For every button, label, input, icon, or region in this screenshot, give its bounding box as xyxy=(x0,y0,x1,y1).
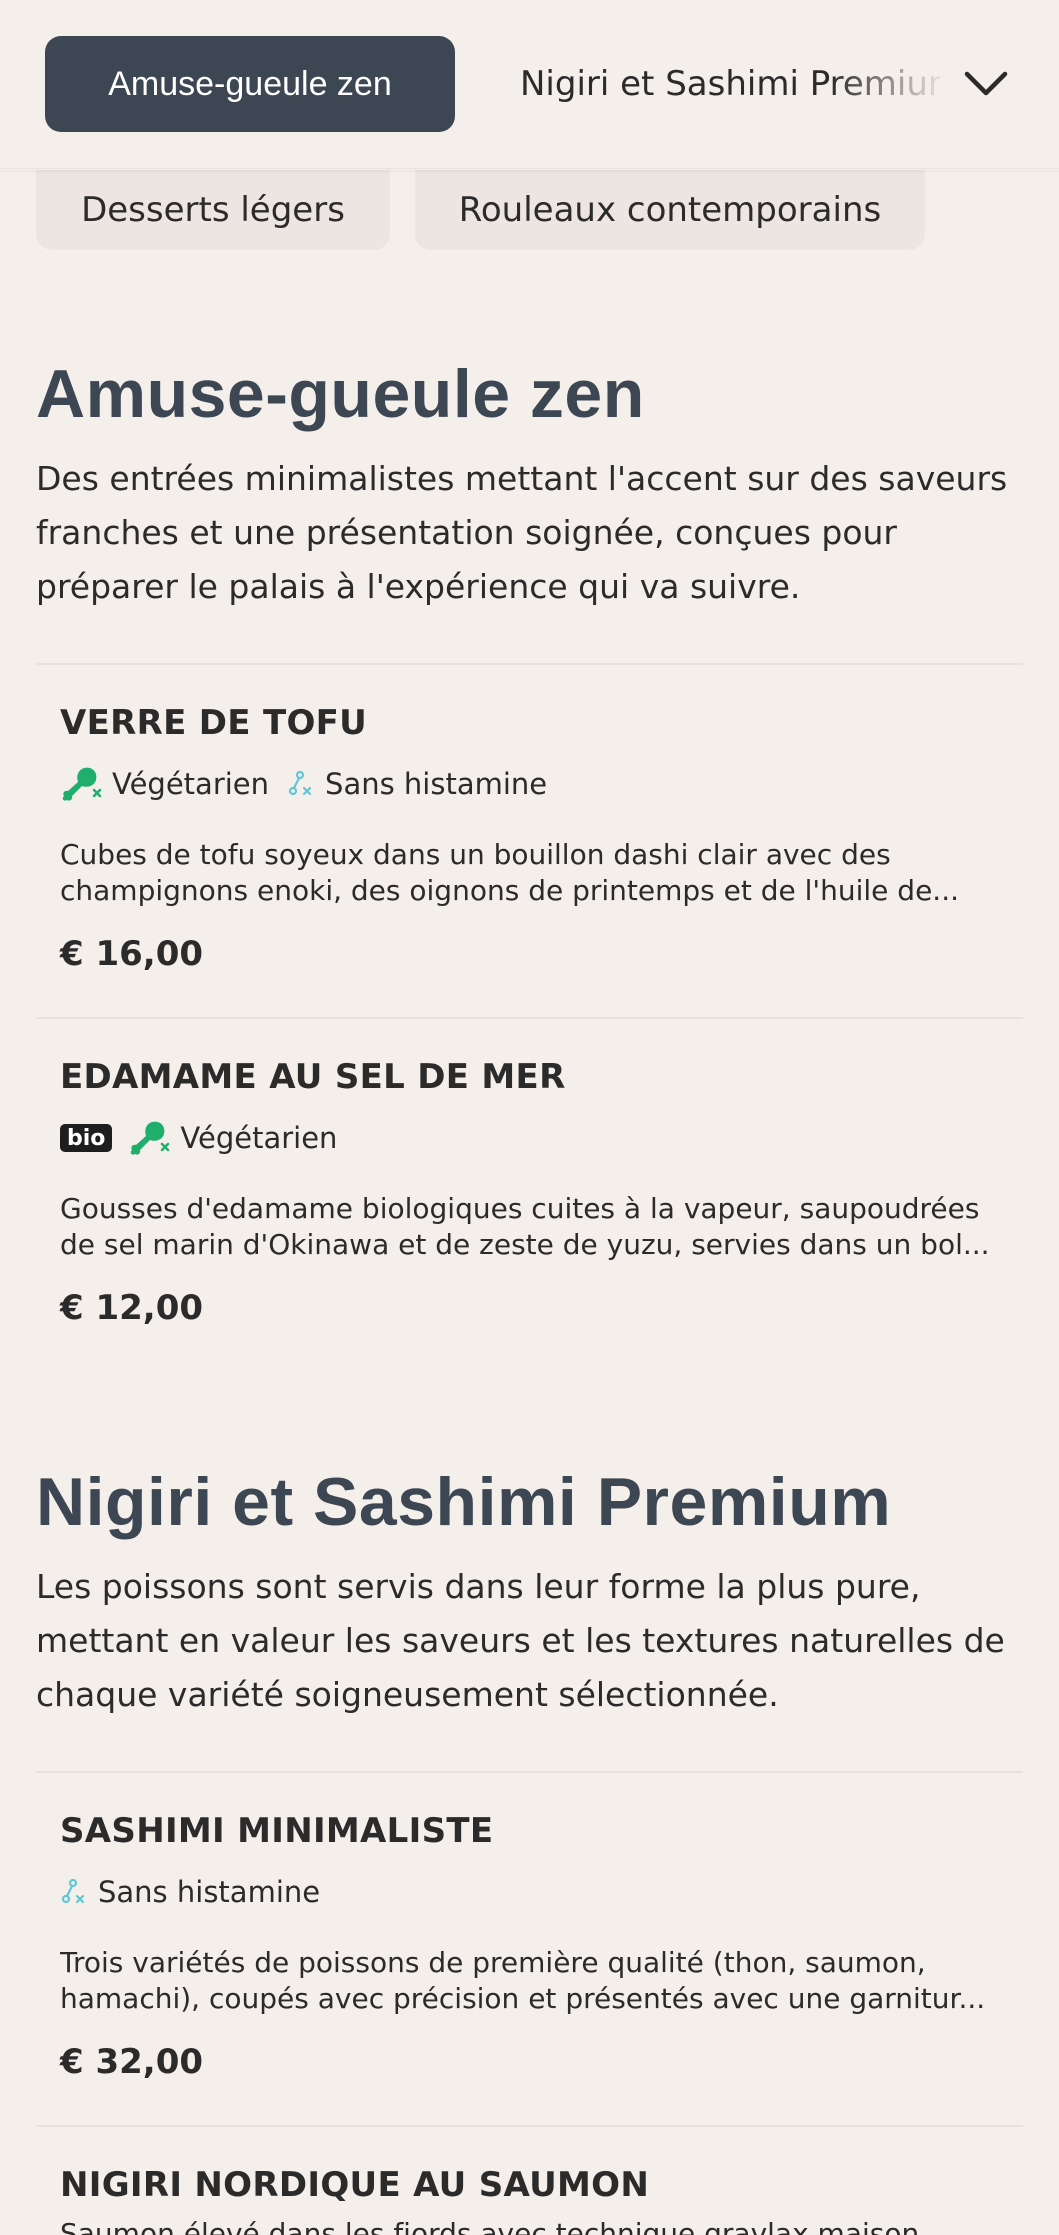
item-tags: Végétarien Sans histamine xyxy=(60,764,565,804)
tag-label: Végétarien xyxy=(112,767,270,801)
category-chip-label: Desserts légers xyxy=(81,190,345,230)
item-name: EDAMAME AU SEL DE MER xyxy=(60,1057,566,1097)
category-chip-next[interactable]: Nigiri et Sashimi Premium xyxy=(520,36,940,132)
item-name: SASHIMI MINIMALISTE xyxy=(60,1811,494,1851)
item-price: € 32,00 xyxy=(60,2042,204,2082)
item-divider xyxy=(36,2125,1023,2127)
category-chip-label: Rouleaux contemporains xyxy=(458,190,882,230)
vegetarian-icon xyxy=(131,1121,170,1155)
expand-categories-button[interactable] xyxy=(958,58,1014,110)
item-price: € 16,00 xyxy=(60,934,204,974)
category-chip-active[interactable]: Amuse-gueule zen xyxy=(45,36,455,132)
tag-histamine-free: Sans histamine xyxy=(60,1875,320,1909)
item-tags: Sans histamine xyxy=(60,1872,338,1912)
nav-divider xyxy=(0,168,1059,169)
chevron-down-icon xyxy=(964,71,1008,96)
item-divider xyxy=(36,1017,1023,1019)
item-name: VERRE DE TOFU xyxy=(60,703,368,743)
tag-vegetarian: Végétarien xyxy=(128,1118,337,1158)
item-tags: bio Végétarien xyxy=(60,1118,355,1158)
section-description: Les poissons sont servis dans leur forme… xyxy=(36,1567,1005,1714)
section-title: Nigiri et Sashimi Premium xyxy=(36,1464,892,1540)
molecule-cross-icon xyxy=(61,1878,85,1904)
item-price: € 12,00 xyxy=(60,1288,204,1328)
item-description: Saumon élevé dans les fjords avec techni… xyxy=(60,2217,920,2235)
item-name: NIGIRI NORDIQUE AU SAUMON xyxy=(60,2165,650,2205)
tag-histamine-free: Sans histamine xyxy=(287,767,547,801)
item-divider xyxy=(36,663,1023,665)
item-description: Gousses d'edamame biologiques cuites à l… xyxy=(60,1192,990,1261)
section-description: Des entrées minimalistes mettant l'accen… xyxy=(36,459,1008,606)
tag-label: Sans histamine xyxy=(325,767,548,801)
tag-vegetarian: Végétarien xyxy=(60,764,269,804)
category-chip-label: Nigiri et Sashimi Premium xyxy=(520,64,940,104)
item-divider xyxy=(36,1771,1023,1773)
tag-label: Sans histamine xyxy=(98,1875,321,1909)
item-description: Cubes de tofu soyeux dans un bouillon da… xyxy=(60,838,960,907)
molecule-cross-icon xyxy=(288,770,312,796)
organic-badge: bio xyxy=(60,1124,113,1152)
menu-page: Desserts légers Rouleaux contemporains A… xyxy=(0,0,1059,2235)
vegetarian-icon xyxy=(62,767,102,801)
section-title: Amuse-gueule zen xyxy=(36,356,645,432)
tag-label: Végétarien xyxy=(180,1121,338,1155)
category-nav-bar: Amuse-gueule zen Nigiri et Sashimi Premi… xyxy=(0,0,1059,170)
item-description: Trois variétés de poissons de première q… xyxy=(60,1946,986,2015)
